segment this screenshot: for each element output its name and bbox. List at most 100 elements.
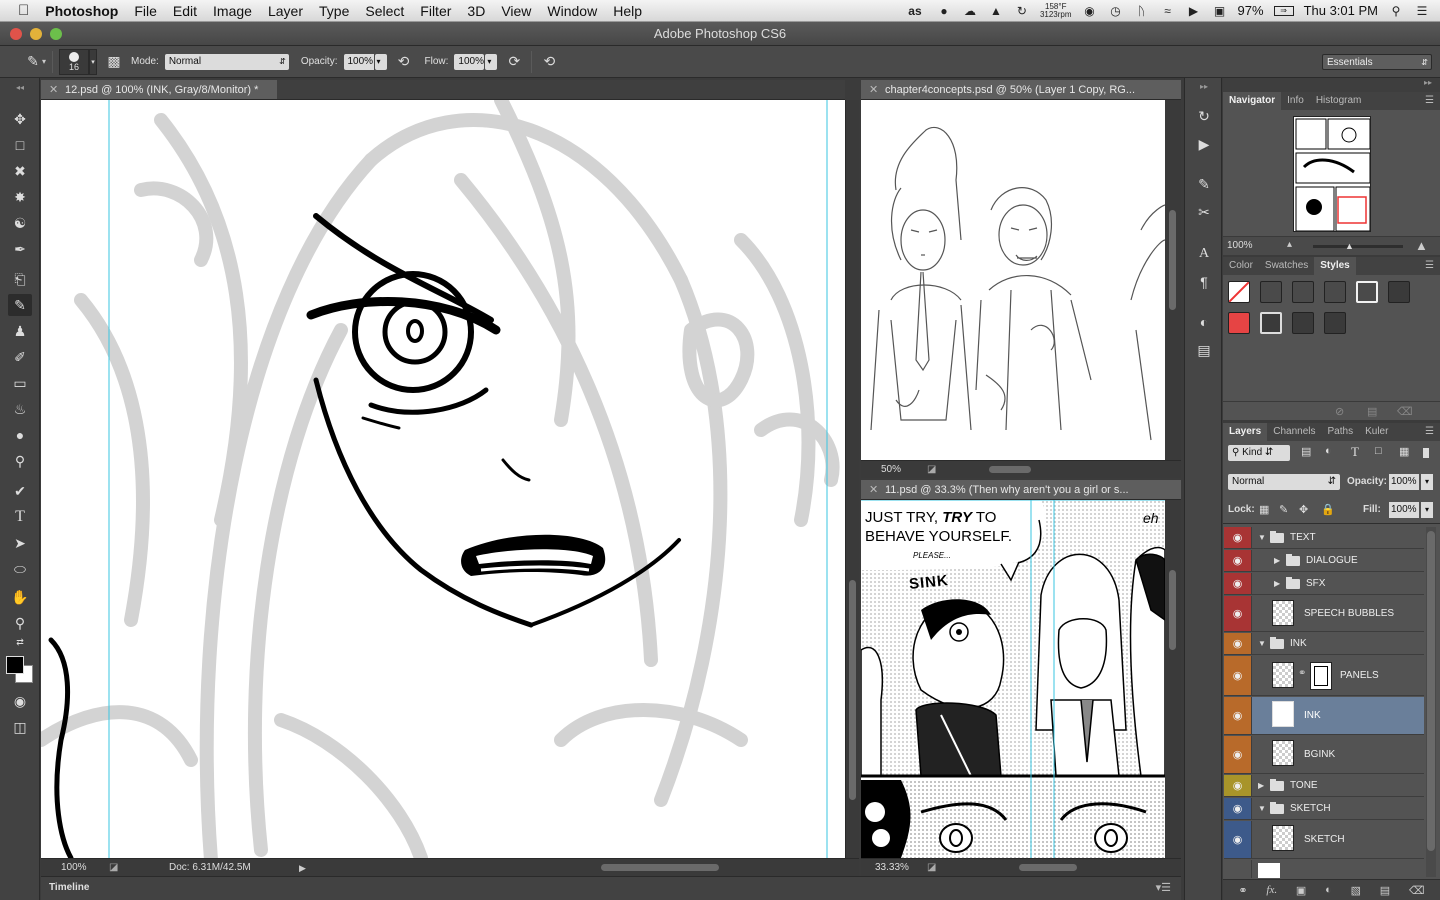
menu-layer[interactable]: Layer <box>260 0 311 22</box>
tab-color[interactable]: Color <box>1223 257 1259 275</box>
navigator-zoom-slider[interactable] <box>1313 245 1403 248</box>
fill-dropdown[interactable]: ▾ <box>1421 502 1433 518</box>
dodge-tool-icon[interactable]: ⚲ <box>8 450 32 472</box>
zoom-slider-handle[interactable]: ▲ <box>1345 241 1354 251</box>
opacity-dropdown[interactable]: ▾ <box>374 53 387 70</box>
bluetooth-icon[interactable]: ᚢ <box>1134 4 1150 18</box>
swap-colors-icon[interactable]: ⇄ <box>8 636 32 648</box>
filter-shape-icon[interactable]: □ <box>1375 445 1382 457</box>
lock-all-icon[interactable]: 🔒 <box>1321 503 1335 516</box>
filter-adjustment-icon[interactable]: ◐ <box>1325 445 1332 457</box>
tab-info[interactable]: Info <box>1281 92 1310 110</box>
visibility-eye-icon[interactable]: ◉ <box>1224 697 1252 734</box>
healing-brush-tool-icon[interactable]: ⎗ <box>8 268 32 290</box>
filter-type-icon[interactable]: T <box>1351 444 1359 460</box>
timeline-tab[interactable]: Timeline <box>49 882 89 893</box>
clone-stamp-tool-icon[interactable]: ♟ <box>8 320 32 342</box>
marquee-tool-icon[interactable]: □ <box>8 134 32 156</box>
comic-vscroll-thumb[interactable] <box>1169 570 1176 650</box>
expand-arrow-icon[interactable]: ▶ <box>1274 579 1286 588</box>
new-group-icon[interactable]: ▧ <box>1351 884 1361 897</box>
stats-icon[interactable]: ● <box>936 4 952 18</box>
visibility-eye-empty[interactable] <box>1224 860 1252 878</box>
opacity-input[interactable]: 100% <box>343 53 374 70</box>
tab-layers[interactable]: Layers <box>1223 423 1268 441</box>
quick-mask-icon[interactable]: ◉ <box>8 690 32 712</box>
layer-style-fx-icon[interactable]: fx. <box>1266 884 1277 896</box>
tab-styles[interactable]: Styles <box>1314 257 1356 275</box>
panel-menu-icon[interactable]: ☰ <box>1425 257 1434 275</box>
delete-style-icon[interactable]: ⌫ <box>1397 405 1413 418</box>
delete-layer-icon[interactable]: ⌫ <box>1409 884 1425 897</box>
new-layer-icon[interactable]: ▤ <box>1380 884 1390 897</box>
menu-3d[interactable]: 3D <box>459 0 493 22</box>
collapse-panels-icon[interactable]: ▸▸ <box>1424 78 1432 87</box>
sync-icon[interactable]: ↻ <box>1014 4 1030 18</box>
visibility-eye-icon[interactable]: ◉ <box>1224 550 1252 571</box>
tab-swatches[interactable]: Swatches <box>1259 257 1314 275</box>
doc-tab-11[interactable]: ✕ 11.psd @ 33.3% (Then why aren't you a … <box>861 480 1181 500</box>
tab-channels[interactable]: Channels <box>1267 423 1321 441</box>
blur-tool-icon[interactable]: ● <box>8 424 32 446</box>
main-hscroll-thumb[interactable] <box>601 864 719 871</box>
visibility-eye-icon[interactable]: ◉ <box>1224 798 1252 819</box>
chapter4-vscroll-thumb[interactable] <box>1169 210 1176 310</box>
style-swatch-red[interactable] <box>1388 281 1410 303</box>
hat-icon[interactable]: ▲ <box>988 4 1004 18</box>
fill-input[interactable]: 100% <box>1389 502 1419 518</box>
status-info-icon[interactable]: ◪ <box>109 859 118 877</box>
chapter4-vertical-scrollbar[interactable] <box>1165 100 1181 460</box>
visibility-eye-icon[interactable]: ◉ <box>1224 775 1252 796</box>
add-mask-icon[interactable]: ▣ <box>1296 884 1306 897</box>
close-tab-icon[interactable]: ✕ <box>869 480 878 499</box>
comic-vertical-scrollbar[interactable] <box>1165 500 1181 858</box>
battery-icon[interactable]: ⇒ <box>1273 5 1294 16</box>
timeline-menu-icon[interactable]: ▾☰ <box>1156 881 1171 894</box>
chevron-down-icon[interactable]: ▾ <box>42 57 46 66</box>
style-swatch-2[interactable] <box>1292 281 1314 303</box>
eraser-tool-icon[interactable]: ▭ <box>8 372 32 394</box>
calendar-icon[interactable]: ▣ <box>1212 4 1228 18</box>
screen-mode-icon[interactable]: ◫ <box>8 716 32 738</box>
workspace-select[interactable]: Essentials ⇵ <box>1322 53 1432 70</box>
filter-smart-object-icon[interactable]: ▦ <box>1399 445 1409 458</box>
visibility-eye-icon[interactable]: ◉ <box>1224 656 1252 695</box>
doc-tab-main[interactable]: ✕ 12.psd @ 100% (INK, Gray/8/Monitor) * <box>41 80 277 100</box>
hand-tool-icon[interactable]: ✋ <box>8 586 32 608</box>
expand-arrow-icon[interactable]: ▶ <box>1258 781 1270 790</box>
spotlight-icon[interactable]: ⚲ <box>1388 4 1404 18</box>
eye-icon[interactable]: ◉ <box>1082 4 1098 18</box>
chapter4-hscroll-thumb[interactable] <box>989 466 1031 473</box>
expand-arrow-icon[interactable]: ▶ <box>1274 556 1286 565</box>
tab-histogram[interactable]: Histogram <box>1310 92 1368 110</box>
brush-size-dropdown[interactable]: ▾ <box>89 48 98 75</box>
menu-file[interactable]: File <box>126 0 165 22</box>
tab-kuler[interactable]: Kuler <box>1359 423 1394 441</box>
visibility-eye-icon[interactable]: ◉ <box>1224 821 1252 858</box>
zoom-out-icon[interactable]: ▴ <box>1287 239 1292 250</box>
notification-center-icon[interactable]: ☰ <box>1414 4 1430 18</box>
pressure-size-icon[interactable]: ⟲ <box>538 51 560 73</box>
history-brush-tool-icon[interactable]: ✐ <box>8 346 32 368</box>
type-tool-icon[interactable]: T <box>8 506 32 528</box>
new-style-icon[interactable]: ▤ <box>1367 405 1377 418</box>
navigator-zoom-input[interactable]: 100% <box>1227 240 1253 251</box>
wifi-icon[interactable]: ≈ <box>1160 4 1176 18</box>
main-zoom-level[interactable]: 100% <box>61 859 87 877</box>
close-tab-icon[interactable]: ✕ <box>869 80 878 99</box>
visibility-eye-icon[interactable]: ◉ <box>1224 633 1252 654</box>
temp-readout[interactable]: 158°F 3123rpm <box>1040 2 1072 19</box>
foreground-color-swatch[interactable] <box>6 656 24 674</box>
panel-menu-icon[interactable]: ☰ <box>1425 423 1434 441</box>
main-canvas[interactable] <box>41 100 845 858</box>
menu-filter[interactable]: Filter <box>412 0 459 22</box>
brush-tool-preset-icon[interactable]: ✎ <box>22 51 44 73</box>
clone-source-panel-icon[interactable]: ✂ <box>1194 202 1214 222</box>
tab-navigator[interactable]: Navigator <box>1223 92 1282 110</box>
visibility-eye-icon[interactable]: ◉ <box>1224 736 1252 773</box>
mask-link-icon[interactable]: ⚭ <box>1298 668 1306 679</box>
paint-bucket-tool-icon[interactable]: ♨ <box>8 398 32 420</box>
filter-toggle[interactable] <box>1423 448 1429 458</box>
menu-edit[interactable]: Edit <box>165 0 205 22</box>
battery-percent[interactable]: 97% <box>1238 3 1264 18</box>
